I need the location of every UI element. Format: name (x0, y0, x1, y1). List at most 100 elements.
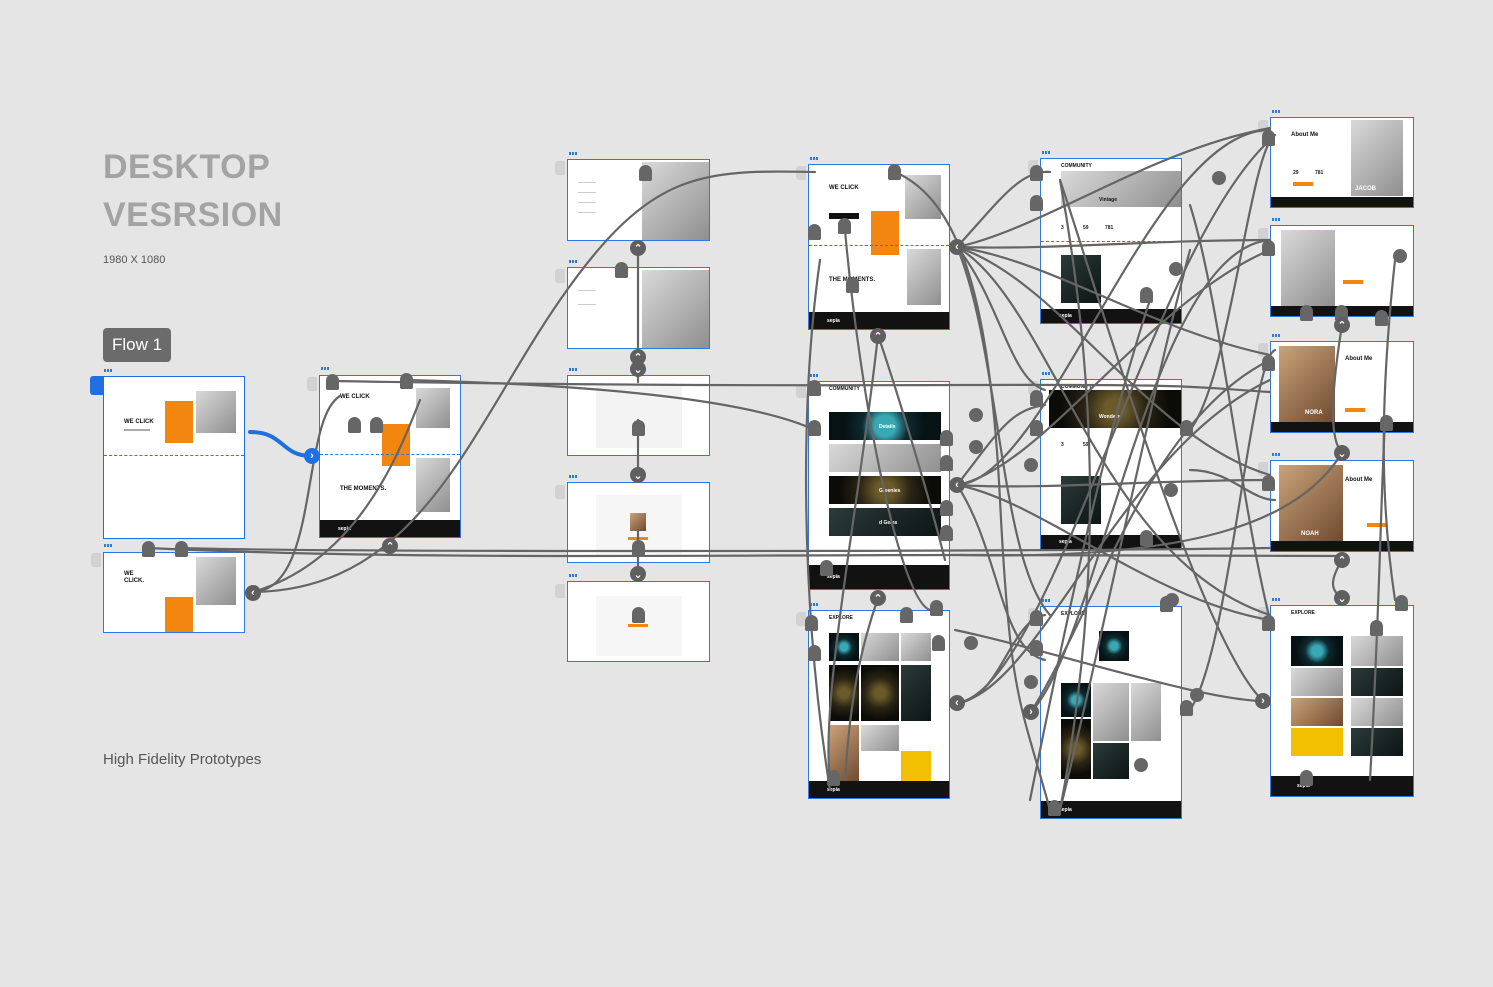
connector-knob[interactable] (1165, 593, 1179, 607)
connector-pin[interactable] (142, 541, 155, 557)
connector-pin[interactable] (1300, 770, 1313, 786)
connector-pin[interactable] (326, 374, 339, 390)
artboard-tag[interactable] (1272, 218, 1281, 221)
artboard-tag[interactable] (569, 260, 578, 263)
chevron-down-icon[interactable]: ⌄ (630, 566, 646, 582)
connector-pin[interactable] (1262, 355, 1275, 371)
connector-knob[interactable] (969, 440, 983, 454)
artboard-handle[interactable] (796, 166, 806, 180)
connector-pin[interactable] (1370, 620, 1383, 636)
connector-pin[interactable] (1030, 610, 1043, 626)
connector-pin[interactable] (900, 607, 913, 623)
connector-pin[interactable] (808, 420, 821, 436)
connector-pin[interactable] (820, 560, 833, 576)
connector-pin[interactable] (1300, 305, 1313, 321)
prototype-canvas[interactable]: DESKTOP VESRSION 1980 X 1080 Flow 1 High… (0, 0, 1493, 987)
artboard-tag[interactable] (104, 369, 113, 372)
connector-pin[interactable] (1030, 195, 1043, 211)
connector-pin[interactable] (808, 380, 821, 396)
artboard-handle[interactable] (555, 584, 565, 598)
connector-pin[interactable] (1030, 640, 1043, 656)
artboard-handle[interactable] (307, 377, 317, 391)
connector-knob[interactable] (1024, 675, 1038, 689)
connector-pin[interactable] (1395, 595, 1408, 611)
artboard-home-full[interactable]: WE CLICK THE MOMENTS. sepia (808, 164, 950, 330)
connector-pin[interactable] (940, 455, 953, 471)
artboard-explore-profile[interactable]: EXPLORE sepia (1270, 605, 1414, 797)
artboard-tag[interactable] (321, 367, 330, 370)
connector-pin[interactable] (1030, 165, 1043, 181)
connector-pin[interactable] (838, 218, 851, 234)
chevron-right-icon[interactable]: › (1023, 704, 1039, 720)
connector-knob[interactable] (1164, 483, 1178, 497)
chevron-down-icon[interactable]: ⌄ (1334, 590, 1350, 606)
artboard-home-scrolled[interactable]: WE CLICK THE MOMENTS. sepia (319, 375, 461, 538)
chevron-up-icon[interactable]: ⌃ (382, 538, 398, 554)
connector-pin[interactable] (846, 277, 859, 293)
connector-pin[interactable] (1262, 130, 1275, 146)
connector-pin[interactable] (632, 607, 645, 623)
artboard-community-list[interactable]: COMMUNITY Details Greenies d Gems sepia (808, 381, 950, 590)
connector-pin[interactable] (808, 224, 821, 240)
connector-knob[interactable] (969, 408, 983, 422)
chevron-right-icon[interactable]: › (1255, 693, 1271, 709)
artboard-handle[interactable] (796, 384, 806, 398)
chevron-down-icon[interactable]: ⌄ (630, 361, 646, 377)
artboard-handle[interactable] (555, 485, 565, 499)
artboard-tag[interactable] (810, 157, 819, 160)
artboard-handle[interactable] (91, 553, 101, 567)
connector-pin[interactable] (1180, 700, 1193, 716)
connector-pin[interactable] (940, 500, 953, 516)
artboard-handle[interactable] (555, 161, 565, 175)
artboard-handle[interactable] (555, 269, 565, 283)
artboard-tag[interactable] (1042, 599, 1051, 602)
connector-pin[interactable] (1140, 530, 1153, 546)
chevron-up-icon[interactable]: ⌃ (1334, 317, 1350, 333)
artboard-community-vintage[interactable]: COMMUNITY Vintage 3 59 781 sepia (1040, 158, 1182, 324)
connector-pin[interactable] (930, 600, 943, 616)
artboard-tag[interactable] (1272, 334, 1281, 337)
connector-pin[interactable] (370, 417, 383, 433)
artboard-modal[interactable] (567, 375, 710, 456)
chevron-right-icon[interactable]: › (304, 448, 320, 464)
connector-pin[interactable] (888, 164, 901, 180)
artboard-home-menu[interactable]: WE CLICK. (103, 552, 245, 633)
connector-pin[interactable] (348, 417, 361, 433)
connector-pin[interactable] (400, 373, 413, 389)
connector-pin[interactable] (1375, 310, 1388, 326)
chevron-left-icon[interactable]: ‹ (245, 585, 261, 601)
artboard-tag[interactable] (569, 152, 578, 155)
connector-pin[interactable] (1030, 420, 1043, 436)
connector-pin[interactable] (632, 540, 645, 556)
connector-pin[interactable] (1180, 420, 1193, 436)
artboard-community-wonders[interactable]: COMMUNITY Wonders 3 59 sepia (1040, 379, 1182, 550)
connector-pin[interactable] (940, 430, 953, 446)
connector-knob[interactable] (1134, 758, 1148, 772)
artboard-tag[interactable] (1272, 598, 1281, 601)
artboard-tag[interactable] (1272, 453, 1281, 456)
connector-knob[interactable] (1024, 458, 1038, 472)
connector-pin[interactable] (1262, 240, 1275, 256)
artboard-tag[interactable] (569, 574, 578, 577)
connector-pin[interactable] (175, 541, 188, 557)
chevron-down-icon[interactable]: ⌄ (630, 467, 646, 483)
artboard-about-jacob[interactable]: About Me 29 781 JACOB (1270, 117, 1414, 208)
connector-pin[interactable] (808, 645, 821, 661)
chevron-down-icon[interactable]: ⌄ (1334, 445, 1350, 461)
chevron-left-icon[interactable]: ‹ (949, 477, 965, 493)
connector-knob[interactable] (964, 636, 978, 650)
connector-pin[interactable] (1140, 287, 1153, 303)
connector-knob[interactable] (1393, 249, 1407, 263)
artboard-tag[interactable] (1272, 110, 1281, 113)
artboard-tag[interactable] (104, 544, 113, 547)
connector-pin[interactable] (639, 165, 652, 181)
artboard-explore-feed[interactable]: EXPLORE sepia (1040, 606, 1182, 819)
connector-pin[interactable] (1380, 415, 1393, 431)
connector-pin[interactable] (940, 525, 953, 541)
connector-knob[interactable] (1169, 262, 1183, 276)
connector-pin[interactable] (632, 420, 645, 436)
artboard-about-waterfall[interactable] (1270, 225, 1414, 317)
artboard-tag[interactable] (569, 368, 578, 371)
connector-pin[interactable] (805, 615, 818, 631)
artboard-home[interactable]: WE CLICK (103, 376, 245, 539)
